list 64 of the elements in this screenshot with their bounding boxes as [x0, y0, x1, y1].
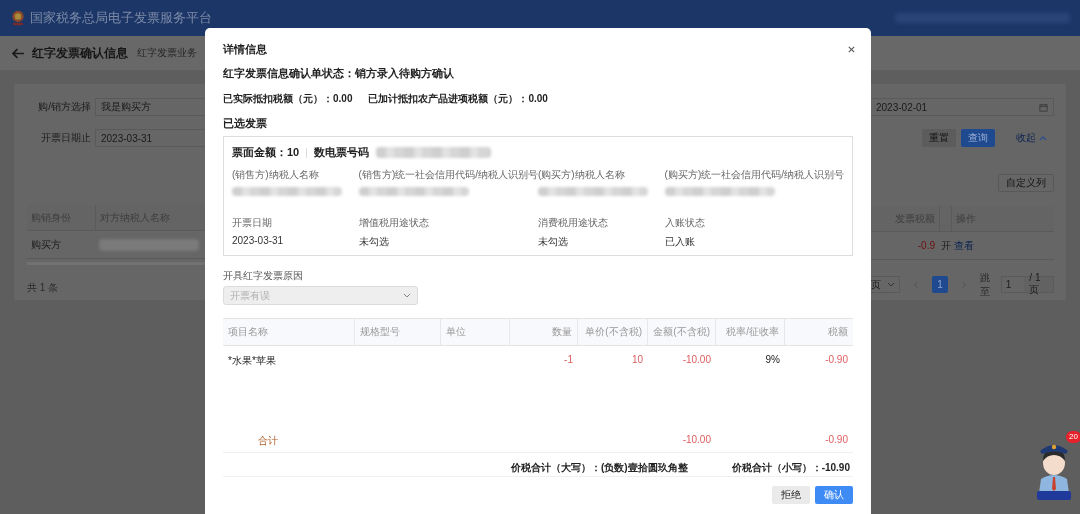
column-header: 税率/征收率: [716, 319, 785, 345]
column-header: 税额: [827, 325, 849, 339]
total-in-figures: 价税合计（小写）：-10.90: [731, 461, 850, 475]
custom-columns-button[interactable]: 自定义列: [998, 174, 1054, 192]
field-label: (销售方)统一社会信用代码/纳税人识别号: [358, 168, 538, 182]
column-header: 规格型号: [355, 319, 441, 345]
filter-label: 购/销方选择: [37, 100, 92, 114]
field-value: 已入账: [664, 235, 696, 249]
chevron-up-icon: [1039, 135, 1047, 141]
invoice-number-label: 数电票号码: [314, 145, 370, 160]
date-field[interactable]: 2023-02-01: [871, 98, 1054, 116]
field-label: 入账状态: [664, 216, 706, 230]
column-header: 单位: [441, 319, 510, 345]
field-label: (销售方)纳税人名称: [232, 168, 320, 182]
filter-field[interactable]: 2023-03-31: [95, 129, 205, 147]
face-amount: 票面金额：10: [232, 145, 300, 160]
notification-badge: 20: [1066, 431, 1080, 443]
total-count: 共 1 条: [27, 281, 60, 295]
page-number[interactable]: 1: [932, 276, 948, 293]
filter-field[interactable]: 我是购买方: [95, 98, 205, 116]
chevron-down-icon: [887, 281, 895, 288]
dialog-button[interactable]: 确认: [815, 486, 853, 504]
field-label: (购买方)统一社会信用代码/纳税人识别号: [664, 168, 844, 182]
calendar-icon: [1039, 102, 1048, 112]
table-cell-text: 开: [940, 238, 950, 253]
field-label: 增值税用途状态: [358, 216, 430, 230]
table-cell-text: -0.9: [916, 240, 936, 251]
table-cell-text: 购买方: [30, 237, 62, 252]
chevron-down-icon: [403, 292, 411, 299]
table-cell-text: -1: [564, 354, 573, 367]
back-arrow-icon[interactable]: [12, 47, 25, 59]
filter-button[interactable]: 查询: [961, 129, 995, 147]
collapse-link[interactable]: 收起: [1009, 129, 1054, 147]
amount-text: 已实际抵扣税额（元）：0.00: [223, 92, 353, 106]
field-label: 消费税用途状态: [538, 216, 609, 230]
dialog-title: 详情信息: [223, 42, 267, 57]
status-text: 红字发票信息确认单状态：销方录入待购方确认: [223, 66, 455, 81]
field-value: 2023-03-31: [232, 235, 285, 246]
page-title: 红字发票确认信息: [32, 44, 128, 62]
view-link[interactable]: 查看: [954, 239, 974, 251]
field-value: 未勾选: [358, 235, 390, 249]
total-in-words: 价税合计（大写）：(负数)壹拾圆玖角整: [510, 461, 688, 475]
platform-title: 国家税务总局电子发票服务平台: [30, 9, 212, 27]
table-cell-text: 9%: [765, 354, 780, 367]
amount-text: 已加计抵扣农产品进项税额（元）：0.00: [368, 92, 548, 106]
total-label: 合计: [258, 434, 278, 448]
field-label: (购买方)纳税人名称: [538, 168, 626, 182]
column-header: 金额(不含税): [648, 319, 716, 345]
field-value: 未勾选: [538, 235, 569, 249]
table-cell-text: 10: [631, 354, 643, 367]
table-cell-text: -10.00: [682, 354, 711, 367]
table-cell-text: -10.00: [682, 434, 711, 447]
close-icon[interactable]: [847, 45, 856, 54]
section-title: 已选发票: [223, 116, 268, 131]
column-header: 单价(不含税): [578, 319, 648, 345]
column-header: 数量: [510, 319, 578, 345]
field-label: 开具红字发票原因: [223, 269, 304, 283]
table-cell-text: -0.90: [825, 434, 848, 447]
table-cell-text: *水果*苹果: [228, 354, 276, 368]
table-cell-text: -0.90: [825, 354, 848, 367]
emblem-logo: [10, 9, 26, 27]
dialog-button[interactable]: 拒绝: [772, 486, 810, 504]
column-header: 项目名称: [223, 319, 355, 345]
field-label: 开票日期: [232, 216, 273, 230]
